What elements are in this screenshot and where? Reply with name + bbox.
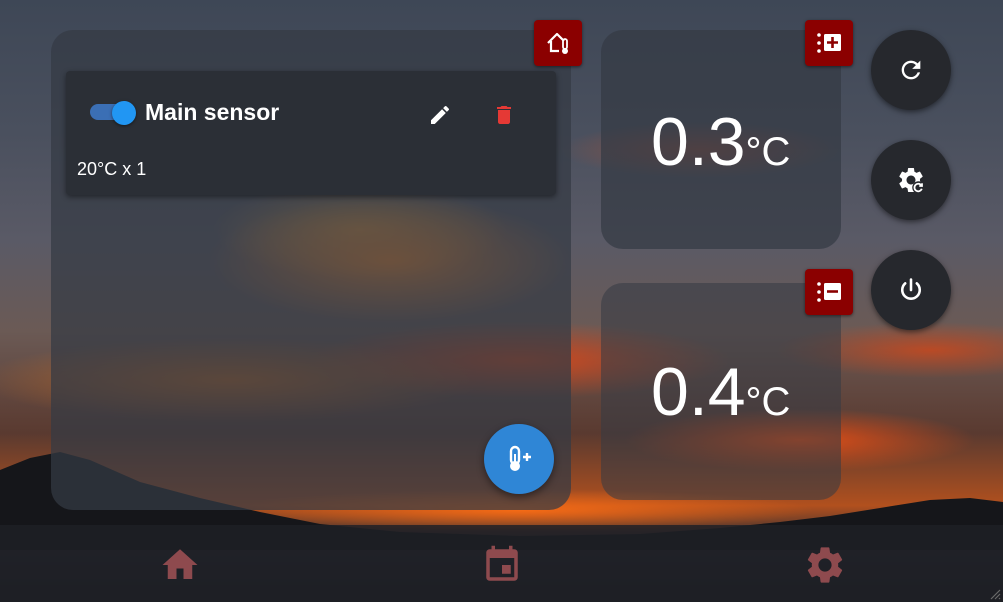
resize-grip-icon[interactable] [987,586,1001,600]
add-sensor-button[interactable] [484,424,554,494]
refresh-icon [901,60,921,80]
thermometer-plus-icon [509,445,531,471]
trash-icon [497,106,511,124]
gear-icon [807,547,843,583]
calendar-icon [486,545,518,581]
sensor-detail: 20°C x 1 [77,159,147,179]
increase-temperature-value: 0.3 [651,104,746,180]
sensor-enable-toggle[interactable] [90,101,136,125]
increase-list-icon [817,33,841,53]
gear-refresh-icon [899,168,925,194]
increase-temperature: 0.3°C [651,108,790,176]
decrease-temperature: 0.4°C [651,358,790,426]
nav-calendar[interactable] [477,540,527,590]
pencil-icon [431,105,450,124]
sensor-name: Main sensor [145,99,280,125]
decrease-badge [805,269,853,315]
nav-settings[interactable] [800,540,850,590]
home-icon [162,549,198,579]
edit-sensor-button[interactable] [422,97,458,133]
increase-badge [805,20,853,66]
home-thermometer-badge [534,20,582,66]
decrease-temperature-value: 0.4 [651,354,746,430]
decrease-list-icon [817,282,841,302]
power-button[interactable] [871,250,951,330]
delete-sensor-button[interactable] [486,97,522,133]
increase-temperature-unit: °C [745,130,791,174]
settings-refresh-button[interactable] [871,140,951,220]
home-thermometer-icon [547,32,568,54]
sensor-card: Main sensor 20°C x 1 [66,71,556,195]
nav-home[interactable] [155,540,205,590]
power-icon [900,278,922,300]
refresh-button[interactable] [871,30,951,110]
decrease-temperature-unit: °C [745,380,791,424]
